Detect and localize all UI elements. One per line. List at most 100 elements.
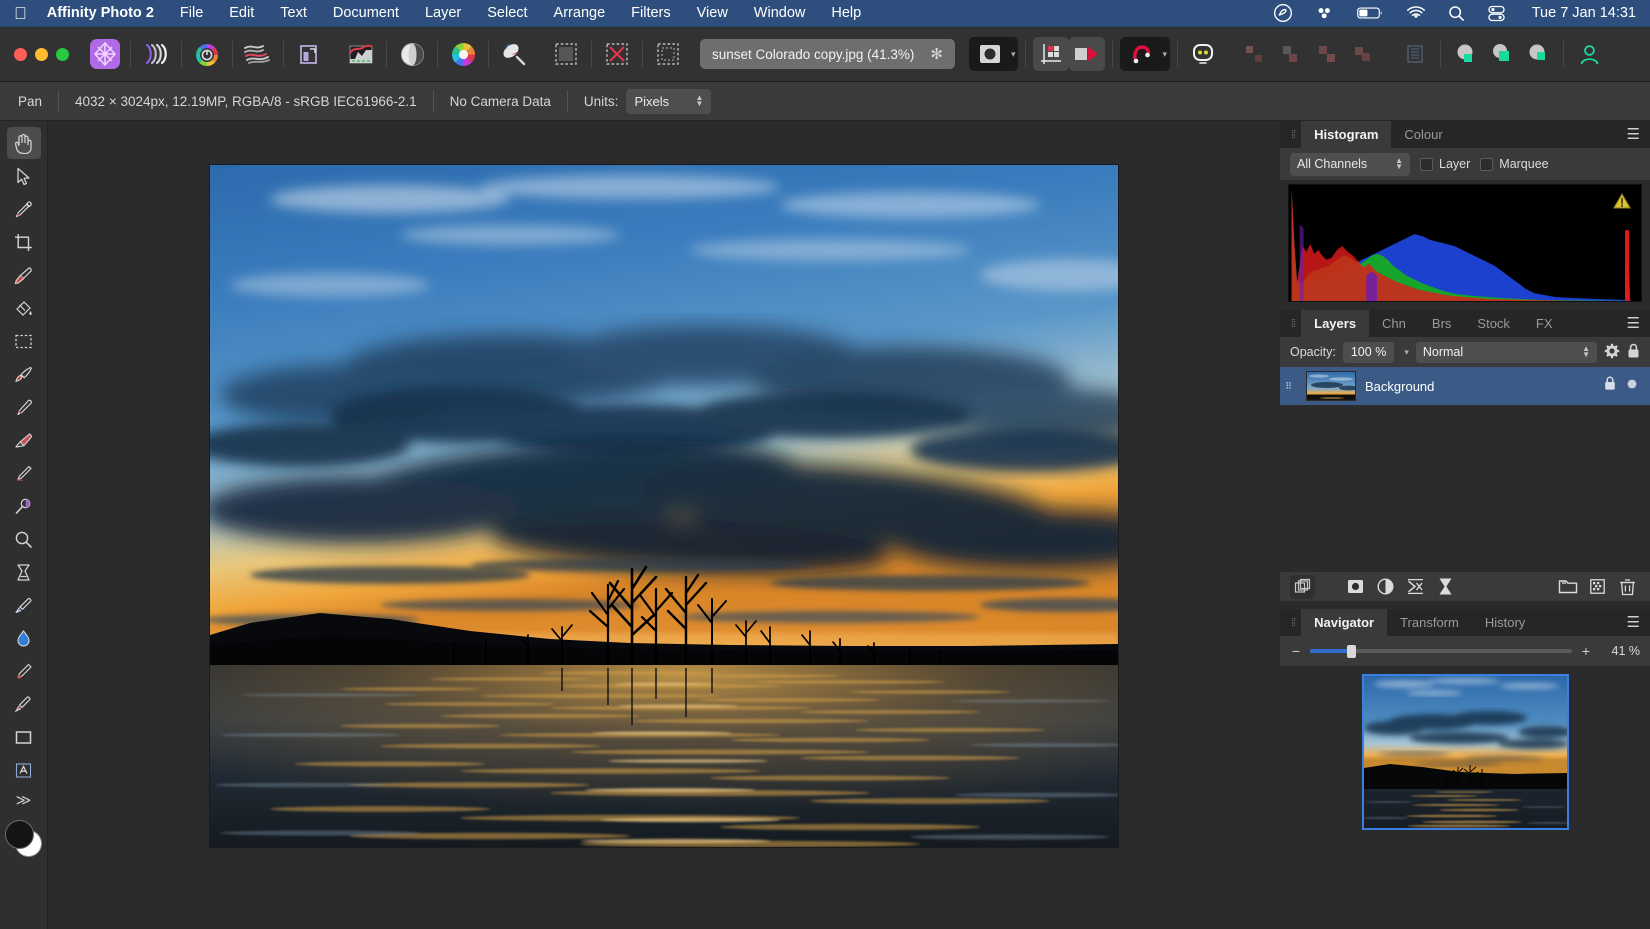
transparency-icon[interactable] — [1069, 37, 1105, 71]
spotlight-search-icon[interactable] — [1448, 5, 1465, 22]
zoom-tool[interactable] — [7, 523, 41, 555]
control-center-icon[interactable] — [1487, 5, 1506, 22]
panel-menu-icon[interactable]: ☰ — [1627, 127, 1640, 142]
liquify-persona-icon[interactable] — [138, 37, 174, 71]
levels-adjustment-icon[interactable] — [394, 37, 430, 71]
wifi-icon[interactable] — [1406, 6, 1426, 21]
colour-wheel-icon[interactable] — [445, 37, 481, 71]
tab-history[interactable]: History — [1472, 609, 1538, 636]
paint-brush-tool[interactable] — [7, 358, 41, 390]
marquee-selection-tool[interactable] — [7, 325, 41, 357]
menu-item-document[interactable]: Document — [333, 5, 399, 21]
gear-icon[interactable] — [1604, 343, 1620, 362]
opacity-input[interactable]: 100 % — [1343, 342, 1394, 363]
document-image[interactable] — [210, 165, 1118, 847]
menu-item-select[interactable]: Select — [487, 5, 527, 21]
tone-mapping-persona-icon[interactable] — [240, 37, 276, 71]
menu-item-affinity-photo-2[interactable]: Affinity Photo 2 — [47, 5, 154, 21]
clipping-warning-icon[interactable] — [1613, 193, 1631, 209]
red-eye-removal-tool[interactable] — [7, 688, 41, 720]
marquee-checkbox[interactable]: Marquee — [1480, 157, 1548, 171]
menu-item-edit[interactable]: Edit — [229, 5, 254, 21]
add-group-icon[interactable] — [1555, 575, 1580, 599]
menu-item-help[interactable]: Help — [831, 5, 861, 21]
checkbox-box[interactable] — [1420, 158, 1433, 171]
canvas-area[interactable] — [48, 121, 1280, 929]
add-mask-icon[interactable] — [1343, 575, 1368, 599]
rectangle-shape-tool[interactable] — [7, 721, 41, 753]
layer-row-background[interactable]: ⠿ — [1280, 367, 1650, 405]
duplicate-layer-icon[interactable] — [1290, 575, 1315, 599]
panel-drag-grip[interactable]: ⁞⁞ — [1291, 129, 1295, 141]
document-tab[interactable]: sunset Colorado copy.jpg (41.3%) ✻ — [700, 39, 955, 69]
assistant-robot-icon[interactable] — [1185, 37, 1221, 71]
pixel-tool[interactable] — [7, 391, 41, 423]
snapping-grid-icon[interactable] — [1033, 37, 1069, 71]
blend-split-icon[interactable] — [1520, 37, 1556, 71]
magnet-snapping-icon[interactable] — [1123, 37, 1159, 71]
add-pixel-layer-icon[interactable] — [1585, 575, 1610, 599]
panel-drag-grip[interactable]: ⁞⁞ — [1291, 318, 1295, 330]
navigator-thumbnail[interactable] — [1362, 674, 1569, 830]
delete-layer-icon[interactable] — [1615, 575, 1640, 599]
account-avatar-icon[interactable] — [1571, 37, 1607, 71]
view-pan-tool[interactable] — [7, 127, 41, 159]
patch-tool[interactable] — [7, 655, 41, 687]
dodge-brush-tool[interactable] — [7, 490, 41, 522]
menu-item-arrange[interactable]: Arrange — [554, 5, 606, 21]
stepper-icon[interactable]: ▲▼ — [696, 95, 704, 107]
curves-adjustment-icon[interactable] — [343, 37, 379, 71]
histogram-chart[interactable] — [1288, 184, 1642, 302]
chevron-down-icon[interactable]: ▾ — [1011, 49, 1016, 60]
panel-menu-icon[interactable]: ☰ — [1627, 615, 1640, 630]
tab-channels[interactable]: Chn — [1369, 310, 1419, 337]
chevron-down-icon[interactable]: ▾ — [1162, 49, 1167, 60]
add-adjustment-icon[interactable] — [1373, 575, 1398, 599]
smudge-brush-tool[interactable] — [7, 457, 41, 489]
tab-histogram[interactable]: Histogram — [1301, 121, 1391, 148]
blur-brush-tool[interactable] — [7, 622, 41, 654]
dropbox-icon[interactable] — [1315, 5, 1335, 21]
align-center-icon[interactable] — [1273, 37, 1309, 71]
tab-layers[interactable]: Layers — [1301, 310, 1369, 337]
menu-item-filters[interactable]: Filters — [631, 5, 670, 21]
affinity-photo-app-icon[interactable] — [87, 37, 123, 71]
blend-front-icon[interactable] — [1448, 37, 1484, 71]
menu-item-text[interactable]: Text — [280, 5, 307, 21]
panel-drag-grip[interactable]: ⁞⁞ — [1291, 617, 1295, 629]
clone-brush-tool[interactable] — [7, 556, 41, 588]
colour-picker-tool[interactable] — [7, 193, 41, 225]
lock-icon[interactable] — [1604, 376, 1616, 396]
menu-item-window[interactable]: Window — [754, 5, 806, 21]
checkbox-box[interactable] — [1480, 158, 1493, 171]
tab-brushes[interactable]: Brs — [1419, 310, 1465, 337]
mask-preview-icon[interactable] — [972, 37, 1008, 71]
tab-fx[interactable]: FX — [1523, 310, 1566, 337]
invert-selection-icon[interactable] — [650, 37, 686, 71]
units-select[interactable]: Pixels ▲▼ — [626, 89, 711, 114]
apple-logo-icon[interactable]:  — [14, 5, 27, 22]
chevron-down-icon[interactable]: ▾ — [1404, 347, 1409, 358]
menu-item-view[interactable]: View — [697, 5, 728, 21]
foreground-colour-swatch[interactable] — [5, 820, 34, 849]
menu-item-layer[interactable]: Layer — [425, 5, 461, 21]
move-tool[interactable] — [7, 160, 41, 192]
zoom-in-button[interactable]: + — [1580, 643, 1592, 659]
zoom-slider[interactable] — [1310, 649, 1572, 653]
export-persona-icon[interactable] — [291, 37, 327, 71]
tab-transform[interactable]: Transform — [1387, 609, 1472, 636]
tab-colour[interactable]: Colour — [1391, 121, 1455, 148]
mask-preview-control[interactable]: ▾ — [969, 37, 1019, 71]
minimize-button[interactable] — [35, 48, 48, 61]
deselect-icon[interactable] — [599, 37, 635, 71]
add-fill-layer-icon[interactable] — [1433, 575, 1458, 599]
visibility-dot-icon[interactable] — [1626, 377, 1638, 395]
panel-menu-icon[interactable]: ☰ — [1627, 316, 1640, 331]
erase-brush-tool[interactable] — [7, 424, 41, 456]
artistic-text-tool[interactable] — [7, 754, 41, 786]
blend-mode-select[interactable]: Normal ▲▼ — [1416, 342, 1597, 363]
add-live-filter-icon[interactable] — [1403, 575, 1428, 599]
zoom-out-button[interactable]: − — [1290, 643, 1302, 659]
stepper-icon[interactable]: ▲▼ — [1395, 158, 1403, 170]
menubar-clock[interactable]: Tue 7 Jan 14:31 — [1532, 5, 1636, 21]
